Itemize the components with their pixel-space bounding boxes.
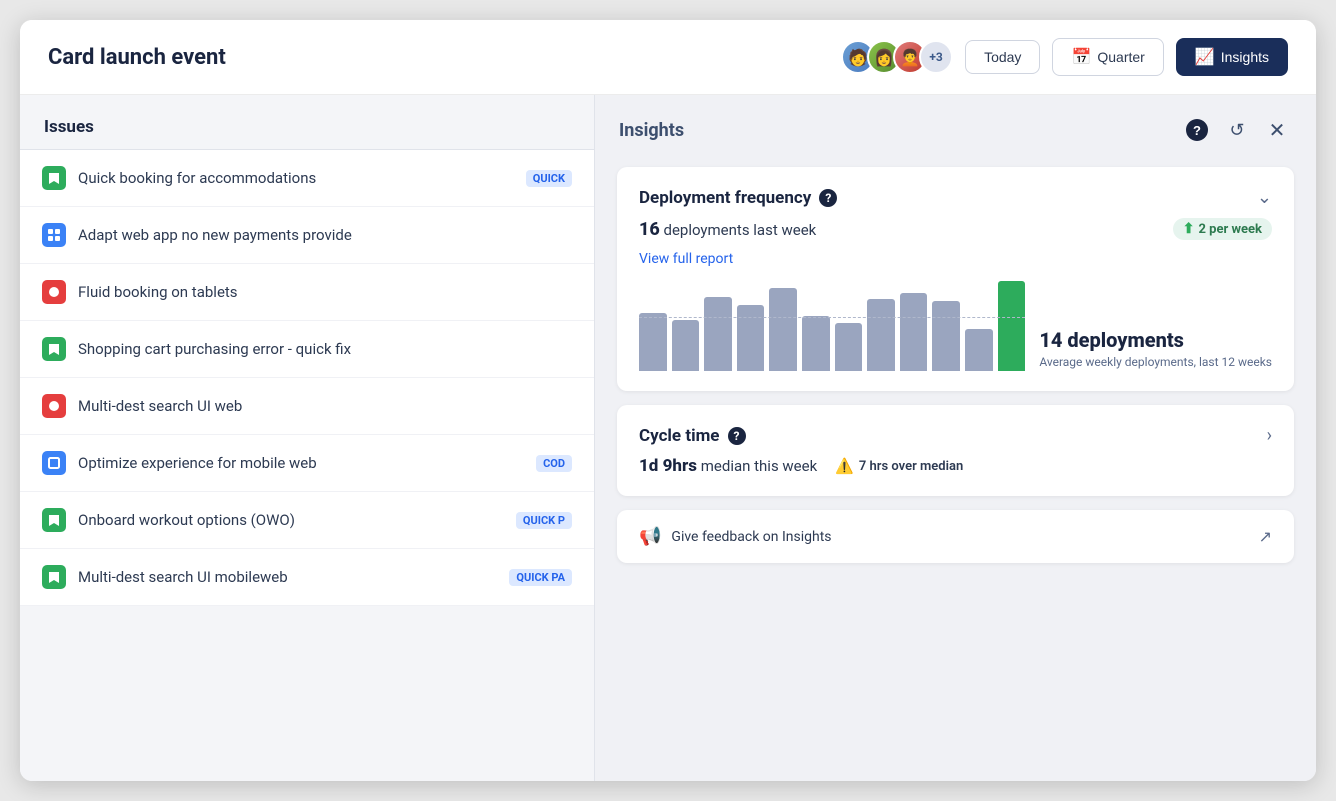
- avatar-more[interactable]: +3: [919, 40, 953, 74]
- issue-item[interactable]: Adapt web app no new payments provide: [20, 207, 594, 264]
- insights-panel-header: Insights ? ↺ ✕: [617, 115, 1294, 153]
- issue-text: Multi-dest search UI web: [78, 397, 572, 415]
- deployment-frequency-card: Deployment frequency ? ⌄ 16 deployments …: [617, 167, 1294, 391]
- bar: [900, 293, 928, 371]
- megaphone-icon: 📢: [639, 526, 661, 547]
- issue-icon-circle: [42, 394, 66, 418]
- header: Card launch event 🧑 👩 🧑‍🦱 +3 Today 📅 Qua…: [20, 20, 1316, 95]
- card-title-row: Cycle time ?: [639, 426, 746, 446]
- header-actions: 🧑 👩 🧑‍🦱 +3 Today 📅 Quarter 📈 Insights: [841, 38, 1288, 76]
- chevron-down-icon[interactable]: ⌄: [1257, 187, 1272, 208]
- calendar-icon: 📅: [1071, 47, 1091, 67]
- issue-badge: QUICK: [526, 170, 572, 187]
- bar: [639, 313, 667, 371]
- issue-icon-bookmark: [42, 508, 66, 532]
- warning-icon: ⚠️: [835, 457, 854, 475]
- external-link-icon: ↗: [1259, 527, 1272, 546]
- feedback-text: Give feedback on Insights: [671, 529, 831, 545]
- refresh-button[interactable]: ↺: [1222, 115, 1252, 145]
- issue-item[interactable]: Multi-dest search UI web: [20, 378, 594, 435]
- cycle-time-help-icon[interactable]: ?: [728, 427, 746, 445]
- deploy-count: 16 deployments last week: [639, 219, 816, 240]
- issue-text: Multi-dest search UI mobileweb: [78, 568, 497, 586]
- bar: [998, 281, 1026, 371]
- today-button[interactable]: Today: [965, 40, 1040, 74]
- cycle-time-card-title: Cycle time: [639, 426, 720, 446]
- cycle-time-card: Cycle time ? › 1d 9hrs median this week …: [617, 405, 1294, 496]
- issue-item[interactable]: Optimize experience for mobile web COD: [20, 435, 594, 492]
- issue-icon-grid: [42, 223, 66, 247]
- up-arrow-icon: ⬆: [1183, 221, 1195, 237]
- bar: [802, 316, 830, 371]
- feedback-left: 📢 Give feedback on Insights: [639, 526, 832, 547]
- app-window: Card launch event 🧑 👩 🧑‍🦱 +3 Today 📅 Qua…: [20, 20, 1316, 781]
- cycle-metrics: 1d 9hrs median this week ⚠️ 7 hrs over m…: [639, 456, 1272, 476]
- bar: [769, 288, 797, 371]
- chart-highlight-num: 14 deployments: [1039, 328, 1272, 352]
- issue-item[interactable]: Onboard workout options (OWO) QUICK P: [20, 492, 594, 549]
- help-button[interactable]: ?: [1182, 115, 1212, 145]
- issue-item[interactable]: Multi-dest search UI mobileweb QUICK PA: [20, 549, 594, 606]
- card-header: Deployment frequency ? ⌄: [639, 187, 1272, 208]
- insights-actions: ? ↺ ✕: [1182, 115, 1292, 145]
- issue-item[interactable]: Shopping cart purchasing error - quick f…: [20, 321, 594, 378]
- bar-chart-area: 14 deployments Average weekly deployment…: [639, 281, 1272, 371]
- issues-section-title: Issues: [20, 95, 594, 149]
- chart-sub-label: Average weekly deployments, last 12 week…: [1039, 354, 1272, 371]
- issue-text: Fluid booking on tablets: [78, 283, 572, 301]
- insights-button[interactable]: 📈 Insights: [1176, 38, 1288, 76]
- card-header: Cycle time ? ›: [639, 425, 1272, 446]
- chart-icon: 📈: [1195, 47, 1215, 67]
- close-button[interactable]: ✕: [1262, 115, 1292, 145]
- main-content: Issues Quick booking for accommodations …: [20, 95, 1316, 781]
- issue-icon-bookmark: [42, 337, 66, 361]
- insights-panel-title: Insights: [619, 120, 684, 141]
- bar-chart: [639, 281, 1025, 371]
- quarter-button[interactable]: 📅 Quarter: [1052, 38, 1163, 76]
- feedback-card[interactable]: 📢 Give feedback on Insights ↗: [617, 510, 1294, 563]
- issue-item[interactable]: Fluid booking on tablets: [20, 264, 594, 321]
- bar: [932, 301, 960, 371]
- issue-badge: QUICK P: [516, 512, 572, 529]
- insights-panel: Insights ? ↺ ✕ Deployment: [595, 95, 1316, 781]
- issue-badge: COD: [536, 455, 572, 472]
- card-title-row: Deployment frequency ?: [639, 188, 837, 208]
- avatar-group: 🧑 👩 🧑‍🦱 +3: [841, 40, 953, 74]
- issue-text: Quick booking for accommodations: [78, 169, 514, 187]
- rate-badge: ⬆ 2 per week: [1173, 218, 1272, 240]
- issues-list: Quick booking for accommodations QUICK A…: [20, 149, 594, 606]
- page-title: Card launch event: [48, 45, 226, 70]
- bar: [737, 305, 765, 371]
- chart-label: 14 deployments Average weekly deployment…: [1039, 328, 1272, 371]
- bar: [965, 329, 993, 371]
- issue-icon-circle: [42, 280, 66, 304]
- issue-icon-bookmark: [42, 565, 66, 589]
- over-median: ⚠️ 7 hrs over median: [835, 457, 963, 475]
- issue-text: Optimize experience for mobile web: [78, 454, 524, 472]
- issue-text: Shopping cart purchasing error - quick f…: [78, 340, 572, 358]
- bar: [704, 297, 732, 371]
- issue-icon-bookmark: [42, 166, 66, 190]
- view-full-report-link[interactable]: View full report: [639, 251, 733, 267]
- issue-badge: QUICK PA: [509, 569, 572, 586]
- bar: [867, 299, 895, 371]
- bar: [835, 323, 863, 371]
- close-icon: ✕: [1269, 118, 1286, 143]
- question-icon: ?: [1186, 119, 1208, 141]
- deployment-card-title: Deployment frequency: [639, 188, 811, 208]
- refresh-icon: ↺: [1229, 120, 1244, 141]
- issue-text: Onboard workout options (OWO): [78, 511, 504, 529]
- deploy-metrics: 16 deployments last week ⬆ 2 per week: [639, 218, 1272, 240]
- bar: [672, 320, 700, 371]
- chevron-right-icon[interactable]: ›: [1267, 425, 1272, 446]
- cycle-time-value: 1d 9hrs median this week: [639, 456, 817, 476]
- deployment-help-icon[interactable]: ?: [819, 189, 837, 207]
- issue-icon-square: [42, 451, 66, 475]
- issues-panel: Issues Quick booking for accommodations …: [20, 95, 595, 781]
- issue-text: Adapt web app no new payments provide: [78, 226, 572, 244]
- issue-item[interactable]: Quick booking for accommodations QUICK: [20, 150, 594, 207]
